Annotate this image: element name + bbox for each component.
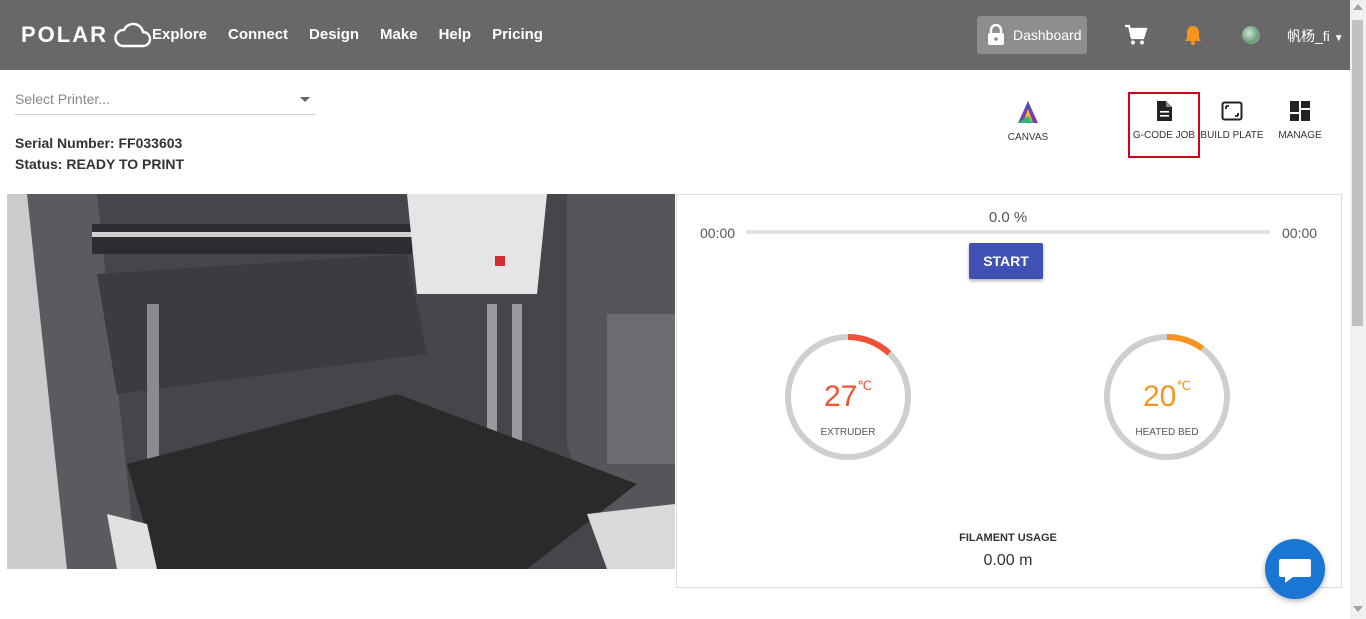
canvas-label: CANVAS (1007, 132, 1049, 143)
progress-bar (746, 230, 1270, 234)
dashboard-label: Dashboard (1013, 27, 1082, 43)
extruder-label: EXTRUDER (820, 427, 876, 438)
filament-usage-value: 0.00 m (983, 552, 1033, 569)
elapsed-time: 00:00 (700, 225, 736, 241)
manage-tool[interactable]: MANAGE (1265, 100, 1335, 141)
extruder-temp-value: 27 (824, 380, 858, 413)
progress-percent: 0.0 % (988, 209, 1028, 226)
heated-bed-label: HEATED BED (1135, 427, 1199, 438)
polar-logo[interactable]: POLAR (21, 20, 152, 50)
user-menu[interactable]: 帆杨_fi ▼ (1287, 26, 1344, 46)
scroll-down-arrow-icon[interactable] (1353, 606, 1363, 612)
dashboard-grid-icon (1290, 101, 1310, 121)
heated-bed-temp-value: 20 (1143, 380, 1177, 413)
filament-usage-title: FILAMENT USAGE (959, 532, 1057, 544)
chat-bubble-icon (1279, 559, 1311, 583)
remaining-time: 00:00 (1282, 225, 1318, 241)
printer-select[interactable]: Select Printer... (15, 75, 315, 115)
gcode-job-highlight (1128, 92, 1200, 158)
brand-name: POLAR (21, 22, 108, 47)
heated-bed-temp: 20℃ (1102, 378, 1232, 414)
nav-design[interactable]: Design (309, 26, 359, 43)
cloud-icon (114, 22, 152, 48)
top-navbar: POLAR Explore Connect Design Make Help P… (0, 0, 1350, 70)
build-plate-tool[interactable]: BUILD PLATE (1197, 100, 1267, 141)
nav-explore[interactable]: Explore (152, 26, 207, 43)
lock-icon (988, 24, 1004, 45)
username: 帆杨_fi (1287, 28, 1330, 44)
main-nav: Explore Connect Design Make Help Pricing (152, 26, 564, 43)
extruder-temp-unit: ℃ (857, 378, 872, 393)
avatar[interactable] (1242, 26, 1260, 44)
build-plate-icon (1221, 101, 1243, 121)
printer-status: Status: READY TO PRINT (15, 156, 185, 172)
cart-icon[interactable] (1124, 24, 1148, 46)
dashboard-button[interactable]: Dashboard (977, 16, 1087, 54)
nav-connect[interactable]: Connect (228, 26, 288, 43)
canvas-icon (1018, 101, 1038, 123)
nav-help[interactable]: Help (439, 26, 472, 43)
scroll-thumb[interactable] (1352, 20, 1363, 326)
bell-icon[interactable] (1183, 24, 1203, 46)
extruder-temp: 27℃ (783, 378, 913, 414)
chat-button[interactable] (1265, 539, 1325, 599)
dropdown-caret-icon (300, 97, 310, 102)
start-button[interactable]: START (969, 243, 1043, 279)
heated-bed-temp-unit: ℃ (1176, 378, 1191, 393)
canvas-tool[interactable]: CANVAS (993, 100, 1063, 143)
manage-label: MANAGE (1278, 130, 1322, 141)
chevron-down-icon: ▼ (1333, 33, 1344, 44)
build-plate-label: BUILD PLATE (1200, 130, 1264, 141)
scroll-up-arrow-icon[interactable] (1353, 4, 1363, 10)
printer-select-placeholder: Select Printer... (15, 91, 110, 107)
printer-camera-feed (7, 194, 675, 569)
nav-pricing[interactable]: Pricing (492, 26, 543, 43)
extruder-gauge-arc (847, 334, 892, 356)
nav-make[interactable]: Make (380, 26, 418, 43)
camera-image (7, 194, 675, 569)
serial-number: Serial Number: FF033603 (15, 135, 183, 151)
